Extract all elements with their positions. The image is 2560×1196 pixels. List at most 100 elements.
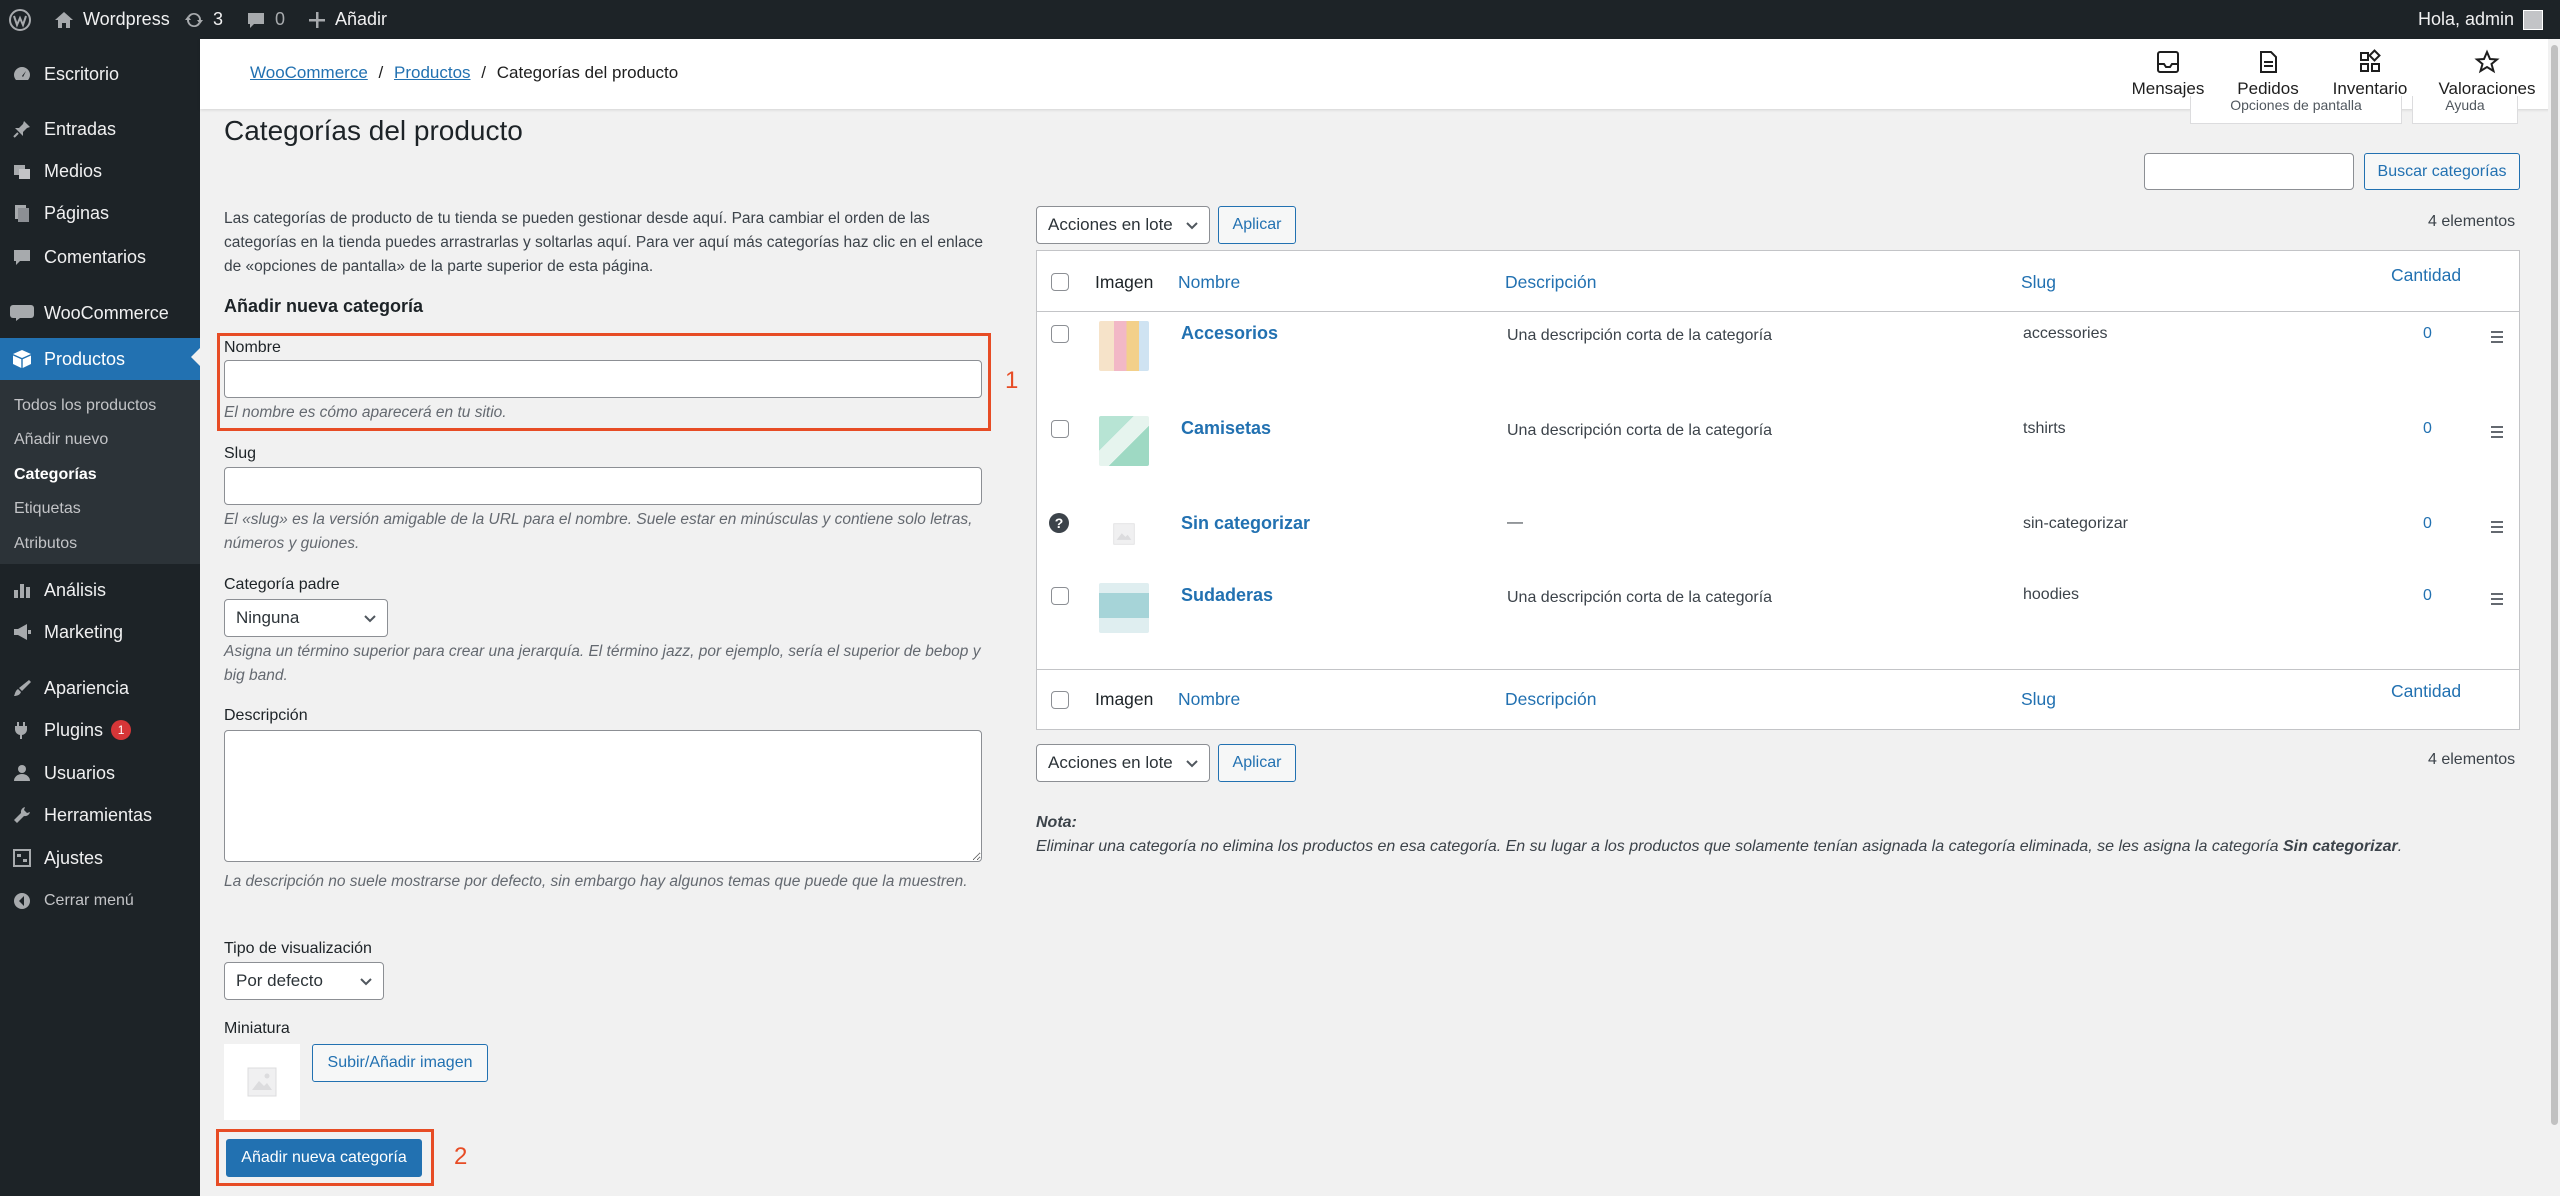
admin-bar: Wordpress 3 0 Añadir Hola, admin [0,0,2560,39]
media-icon [14,165,30,179]
category-description: — [1507,514,1523,531]
category-thumbnail [1099,509,1149,559]
column-header-count[interactable]: Cantidad [2391,265,2461,286]
parent-category-select[interactable]: Ninguna [224,599,388,637]
menu-label: Escritorio [44,63,120,84]
menu-item-plugins[interactable]: Plugins 1 [0,711,200,749]
header-messages-button[interactable]: Mensajes [2118,49,2218,99]
updates-link[interactable]: 3 [184,0,223,39]
select-all-checkbox-bottom[interactable] [1051,691,1069,709]
menu-item-users[interactable]: Usuarios [0,754,200,792]
note-text-main: Eliminar una categoría no elimina los pr… [1036,838,2283,855]
row-checkbox[interactable] [1051,325,1069,343]
column-header-image: Imagen [1095,272,1154,292]
account-menu[interactable]: Hola, admin [2418,0,2544,39]
row-checkbox[interactable] [1051,420,1069,438]
submenu-categories[interactable]: Categorías [14,466,97,484]
column-footer-name[interactable]: Nombre [1178,689,1240,710]
screen-options-tab[interactable]: Opciones de pantalla [2190,96,2402,124]
category-name-link[interactable]: Sudaderas [1181,585,1273,606]
slug-input[interactable] [224,467,982,505]
drag-handle-icon[interactable] [2491,521,2503,536]
category-name-link[interactable]: Sin categorizar [1181,513,1310,534]
page-scrollbar[interactable] [2548,39,2560,1196]
submenu-tags[interactable]: Etiquetas [14,500,81,518]
breadcrumb-products-link[interactable]: Productos [394,63,471,82]
chevron-down-icon [1186,222,1198,230]
column-footer-description[interactable]: Descripción [1505,689,1596,710]
menu-label: Marketing [44,621,124,642]
drag-handle-icon[interactable] [2491,426,2503,441]
menu-item-comments[interactable]: Comentarios [0,238,200,276]
add-new-link[interactable]: Añadir [308,0,387,39]
category-count-link[interactable]: 0 [2423,420,2432,438]
category-count-link[interactable]: 0 [2423,587,2432,605]
menu-item-tools[interactable]: Herramientas [0,796,200,834]
column-header-slug[interactable]: Slug [2021,272,2056,293]
comments-link[interactable]: 0 [246,0,285,39]
menu-item-pages[interactable]: Páginas [0,194,200,232]
submenu-all-products[interactable]: Todos los productos [14,397,156,415]
category-name-link[interactable]: Camisetas [1181,418,1271,439]
submenu-add-new[interactable]: Añadir nuevo [14,431,108,449]
menu-label: Productos [44,348,126,369]
site-name-link[interactable]: Wordpress [54,0,170,39]
note-text-bold: Sin categorizar [2282,838,2398,855]
thumbnail-label: Miniatura [224,1020,290,1037]
chevron-down-icon [364,615,376,623]
menu-item-woocommerce[interactable]: WooCommerce [0,294,200,332]
column-header-description[interactable]: Descripción [1505,272,1596,293]
row-checkbox[interactable] [1051,587,1069,605]
greeting: Hola, admin [2418,9,2515,29]
bulk-actions-select-top[interactable]: Acciones en lote [1036,206,1210,244]
breadcrumb: WooCommerce / Productos / Categorías del… [250,63,678,83]
select-all-checkbox[interactable] [1051,273,1069,291]
menu-item-marketing[interactable]: Marketing [0,613,200,651]
category-description: Una descripción corta de la categoría [1507,422,1773,439]
header-orders-button[interactable]: Pedidos [2218,49,2318,99]
menu-item-posts[interactable]: Entradas [0,110,200,148]
menu-item-analytics[interactable]: Análisis [0,571,200,609]
wrench-icon [14,807,30,823]
help-tab[interactable]: Ayuda [2412,96,2518,124]
drag-handle-icon[interactable] [2491,331,2503,346]
upload-image-button[interactable]: Subir/Añadir imagen [312,1044,488,1082]
menu-label: Entradas [44,118,117,139]
menu-item-settings[interactable]: Ajustes [0,839,200,877]
description-textarea[interactable] [224,730,982,862]
drag-handle-icon[interactable] [2491,593,2503,608]
column-footer-count[interactable]: Cantidad [2391,681,2461,702]
menu-label: Cerrar menú [44,892,134,909]
category-name-link[interactable]: Accesorios [1181,323,1278,344]
apply-button-top[interactable]: Aplicar [1218,206,1296,244]
header-inventory-button[interactable]: Inventario [2320,49,2420,99]
breadcrumb-woocommerce-link[interactable]: WooCommerce [250,63,368,82]
star-icon [2474,49,2500,74]
search-categories-button[interactable]: Buscar categorías [2364,153,2520,190]
submenu-attributes[interactable]: Atributos [14,535,77,553]
scrollbar-thumb[interactable] [2551,45,2558,1125]
menu-label: Análisis [44,579,107,600]
megaphone-icon [14,624,31,640]
wordpress-logo-icon[interactable] [8,0,32,39]
apply-button-bottom[interactable]: Aplicar [1218,744,1296,782]
collapse-menu-button[interactable]: Cerrar menú [0,882,200,920]
inbox-icon [2157,51,2179,73]
help-question-icon[interactable]: ? [1049,513,1069,533]
menu-item-media[interactable]: Medios [0,152,200,190]
search-categories-input[interactable] [2144,153,2354,190]
display-type-select[interactable]: Por defecto [224,962,384,1000]
header-reviews-button[interactable]: Valoraciones [2432,49,2542,99]
parent-category-label: Categoría padre [224,576,340,593]
plus-icon [309,11,325,28]
menu-item-products[interactable]: Productos [0,338,200,380]
menu-label: Comentarios [44,246,147,267]
menu-label: Páginas [44,202,110,223]
column-header-name[interactable]: Nombre [1178,272,1240,293]
category-count-link[interactable]: 0 [2423,325,2432,343]
menu-item-dashboard[interactable]: Escritorio [0,55,200,93]
bulk-actions-select-bottom[interactable]: Acciones en lote [1036,744,1210,782]
menu-item-appearance[interactable]: Apariencia [0,669,200,707]
column-footer-slug[interactable]: Slug [2021,689,2056,710]
category-count-link[interactable]: 0 [2423,515,2432,533]
